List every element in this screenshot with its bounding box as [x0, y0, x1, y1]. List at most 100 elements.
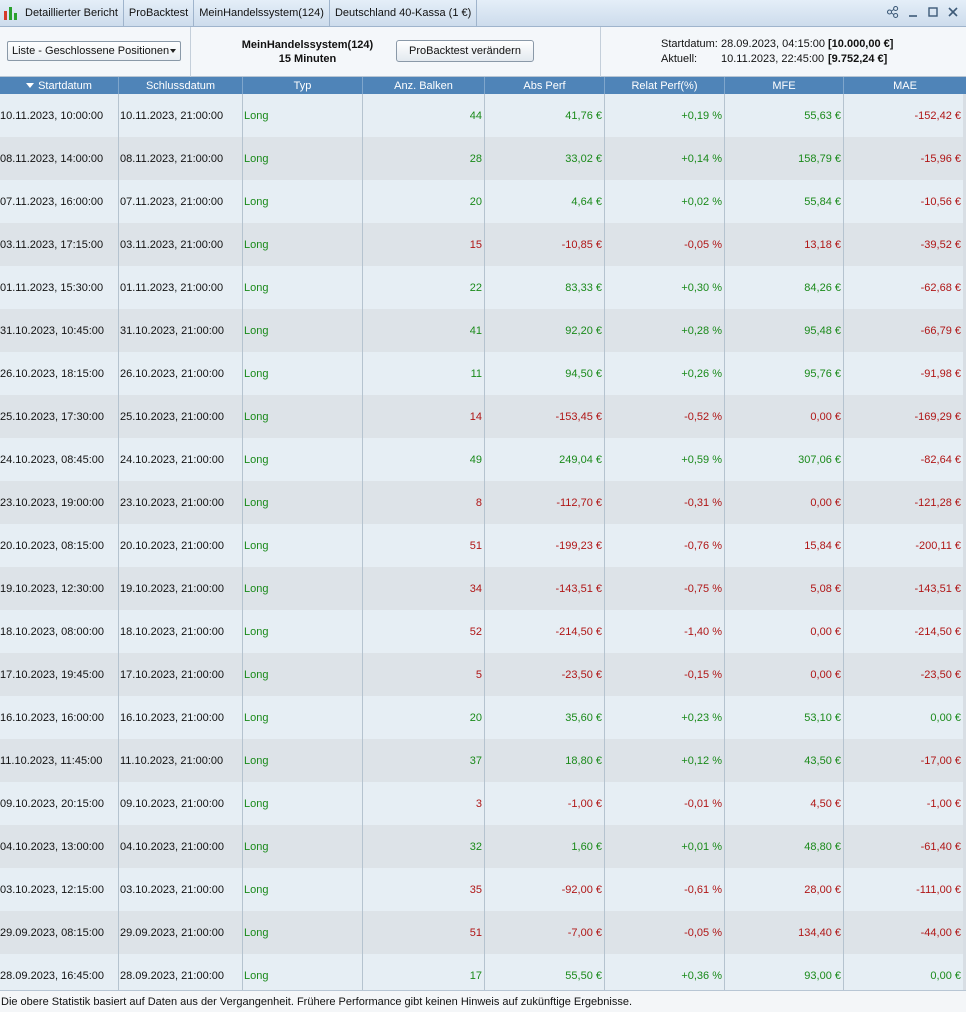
- maximize-icon[interactable]: [926, 4, 940, 20]
- table-row[interactable]: 29.09.2023, 08:15:00 29.09.2023, 21:00:00…: [0, 911, 963, 954]
- table-row[interactable]: 17.10.2023, 19:45:00 17.10.2023, 21:00:00…: [0, 653, 963, 696]
- cell-schlussdatum: 09.10.2023, 21:00:00: [119, 782, 243, 825]
- tab-probacktest[interactable]: ProBacktest: [124, 0, 195, 27]
- table-row[interactable]: 03.11.2023, 17:15:00 03.11.2023, 21:00:00…: [0, 223, 963, 266]
- cell-mae: -15,96 €: [920, 152, 961, 165]
- cell-startdatum: 03.10.2023, 12:15:00: [0, 868, 119, 911]
- cell-startdatum: 16.10.2023, 16:00:00: [0, 696, 119, 739]
- cell-typ: Long: [243, 137, 363, 180]
- table-row[interactable]: 20.10.2023, 08:15:00 20.10.2023, 21:00:00…: [0, 524, 963, 567]
- cell-mae: -62,68 €: [920, 281, 961, 294]
- cell-mfe: 95,48 €: [725, 309, 844, 352]
- column-header-startdatum[interactable]: Startdatum: [0, 77, 119, 94]
- table-row[interactable]: 24.10.2023, 08:45:00 24.10.2023, 21:00:00…: [0, 438, 963, 481]
- tab-instrument[interactable]: Deutschland 40-Kassa (1 €): [330, 0, 478, 27]
- cell-mfe: 15,84 €: [725, 524, 844, 567]
- cell-bars: 28: [363, 137, 485, 180]
- table-row[interactable]: 18.10.2023, 08:00:00 18.10.2023, 21:00:00…: [0, 610, 963, 653]
- table-row[interactable]: 25.10.2023, 17:30:00 25.10.2023, 21:00:00…: [0, 395, 963, 438]
- cell-typ: Long: [243, 481, 363, 524]
- view-section: Liste - Geschlossene Positionen: [0, 27, 191, 77]
- cell-mae: -169,29 €: [914, 410, 961, 423]
- column-header-rel-perf[interactable]: Relat Perf(%): [605, 77, 725, 94]
- close-icon[interactable]: [946, 4, 960, 20]
- cell-startdatum: 31.10.2023, 10:45:00: [0, 309, 119, 352]
- column-header-label: Schlussdatum: [145, 79, 216, 92]
- cell-bars: 51: [363, 911, 485, 954]
- tab-detailed-report[interactable]: Detaillierter Bericht: [0, 0, 124, 27]
- cell-rel-perf: +0,23 %: [605, 696, 725, 739]
- cell-schlussdatum: 23.10.2023, 21:00:00: [119, 481, 243, 524]
- cell-mfe: 48,80 €: [725, 825, 844, 868]
- cell-rel-perf: -0,76 %: [605, 524, 725, 567]
- cell-mfe: 84,26 €: [725, 266, 844, 309]
- cell-mfe: 95,76 €: [725, 352, 844, 395]
- cell-schlussdatum: 17.10.2023, 21:00:00: [119, 653, 243, 696]
- column-header-bars[interactable]: Anz. Balken: [363, 77, 485, 94]
- column-header-abs-perf[interactable]: Abs Perf: [485, 77, 605, 94]
- cell-abs-perf: -153,45 €: [485, 395, 605, 438]
- column-header-schlussdatum[interactable]: Schlussdatum: [119, 77, 243, 94]
- table-row[interactable]: 07.11.2023, 16:00:00 07.11.2023, 21:00:00…: [0, 180, 963, 223]
- system-name: MeinHandelssystem(124): [241, 39, 374, 51]
- cell-typ: Long: [243, 868, 363, 911]
- cell-mfe: 0,00 €: [725, 653, 844, 696]
- cell-mae: -17,00 €: [920, 754, 961, 767]
- cell-schlussdatum: 11.10.2023, 21:00:00: [119, 739, 243, 782]
- change-backtest-button[interactable]: ProBacktest verändern: [396, 40, 534, 62]
- cell-schlussdatum: 29.09.2023, 21:00:00: [119, 911, 243, 954]
- table-row[interactable]: 19.10.2023, 12:30:00 19.10.2023, 21:00:00…: [0, 567, 963, 610]
- cell-abs-perf: -112,70 €: [485, 481, 605, 524]
- minimize-icon[interactable]: [906, 4, 920, 20]
- cell-rel-perf: +0,30 %: [605, 266, 725, 309]
- cell-typ: Long: [243, 782, 363, 825]
- table-row[interactable]: 01.11.2023, 15:30:00 01.11.2023, 21:00:00…: [0, 266, 963, 309]
- column-header-mae[interactable]: MAE: [844, 77, 966, 94]
- tab-system[interactable]: MeinHandelssystem(124): [194, 0, 330, 27]
- cell-abs-perf: 83,33 €: [485, 266, 605, 309]
- column-header-label: Typ: [293, 79, 312, 92]
- cell-rel-perf: +0,28 %: [605, 309, 725, 352]
- cell-rel-perf: +0,12 %: [605, 739, 725, 782]
- system-section: MeinHandelssystem(124) 15 Minuten ProBac…: [191, 27, 601, 77]
- column-header-typ[interactable]: Typ: [243, 77, 363, 94]
- capital-info: Startdatum: 28.09.2023, 04:15:00 [10.000…: [601, 27, 966, 77]
- cell-mae: -23,50 €: [920, 668, 961, 681]
- cell-rel-perf: -0,01 %: [605, 782, 725, 825]
- cell-typ: Long: [243, 223, 363, 266]
- share-icon[interactable]: [886, 4, 900, 20]
- table-row[interactable]: 31.10.2023, 10:45:00 31.10.2023, 21:00:00…: [0, 309, 963, 352]
- cell-abs-perf: 249,04 €: [485, 438, 605, 481]
- cell-rel-perf: +0,19 %: [605, 94, 725, 137]
- window-controls: [886, 4, 960, 20]
- cell-startdatum: 04.10.2023, 13:00:00: [0, 825, 119, 868]
- cell-bars: 35: [363, 868, 485, 911]
- table-row[interactable]: 04.10.2023, 13:00:00 04.10.2023, 21:00:00…: [0, 825, 963, 868]
- system-title: MeinHandelssystem(124) 15 Minuten: [191, 38, 424, 66]
- table-row[interactable]: 11.10.2023, 11:45:00 11.10.2023, 21:00:00…: [0, 739, 963, 782]
- cell-mfe: 0,00 €: [725, 610, 844, 653]
- column-header-mfe[interactable]: MFE: [725, 77, 844, 94]
- cell-schlussdatum: 03.10.2023, 21:00:00: [119, 868, 243, 911]
- table-row[interactable]: 26.10.2023, 18:15:00 26.10.2023, 21:00:00…: [0, 352, 963, 395]
- cell-schlussdatum: 10.11.2023, 21:00:00: [119, 94, 243, 137]
- current-date: 10.11.2023, 22:45:00: [721, 53, 825, 65]
- table-row[interactable]: 10.11.2023, 10:00:00 10.11.2023, 21:00:00…: [0, 94, 963, 137]
- chevron-down-icon: [170, 49, 176, 53]
- cell-mae: -66,79 €: [920, 324, 961, 337]
- cell-mae: -111,00 €: [916, 883, 961, 896]
- cell-startdatum: 17.10.2023, 19:45:00: [0, 653, 119, 696]
- table-row[interactable]: 03.10.2023, 12:15:00 03.10.2023, 21:00:00…: [0, 868, 963, 911]
- view-dropdown[interactable]: Liste - Geschlossene Positionen: [7, 41, 181, 61]
- table-row[interactable]: 09.10.2023, 20:15:00 09.10.2023, 21:00:00…: [0, 782, 963, 825]
- table-row[interactable]: 23.10.2023, 19:00:00 23.10.2023, 21:00:00…: [0, 481, 963, 524]
- cell-abs-perf: 1,60 €: [485, 825, 605, 868]
- tab-detailed-report-label: Detaillierter Bericht: [25, 7, 118, 19]
- cell-schlussdatum: 24.10.2023, 21:00:00: [119, 438, 243, 481]
- start-label: Startdatum:: [661, 38, 718, 50]
- cell-typ: Long: [243, 696, 363, 739]
- table-row[interactable]: 08.11.2023, 14:00:00 08.11.2023, 21:00:00…: [0, 137, 963, 180]
- table-row[interactable]: 16.10.2023, 16:00:00 16.10.2023, 21:00:00…: [0, 696, 963, 739]
- cell-schlussdatum: 19.10.2023, 21:00:00: [119, 567, 243, 610]
- cell-typ: Long: [243, 94, 363, 137]
